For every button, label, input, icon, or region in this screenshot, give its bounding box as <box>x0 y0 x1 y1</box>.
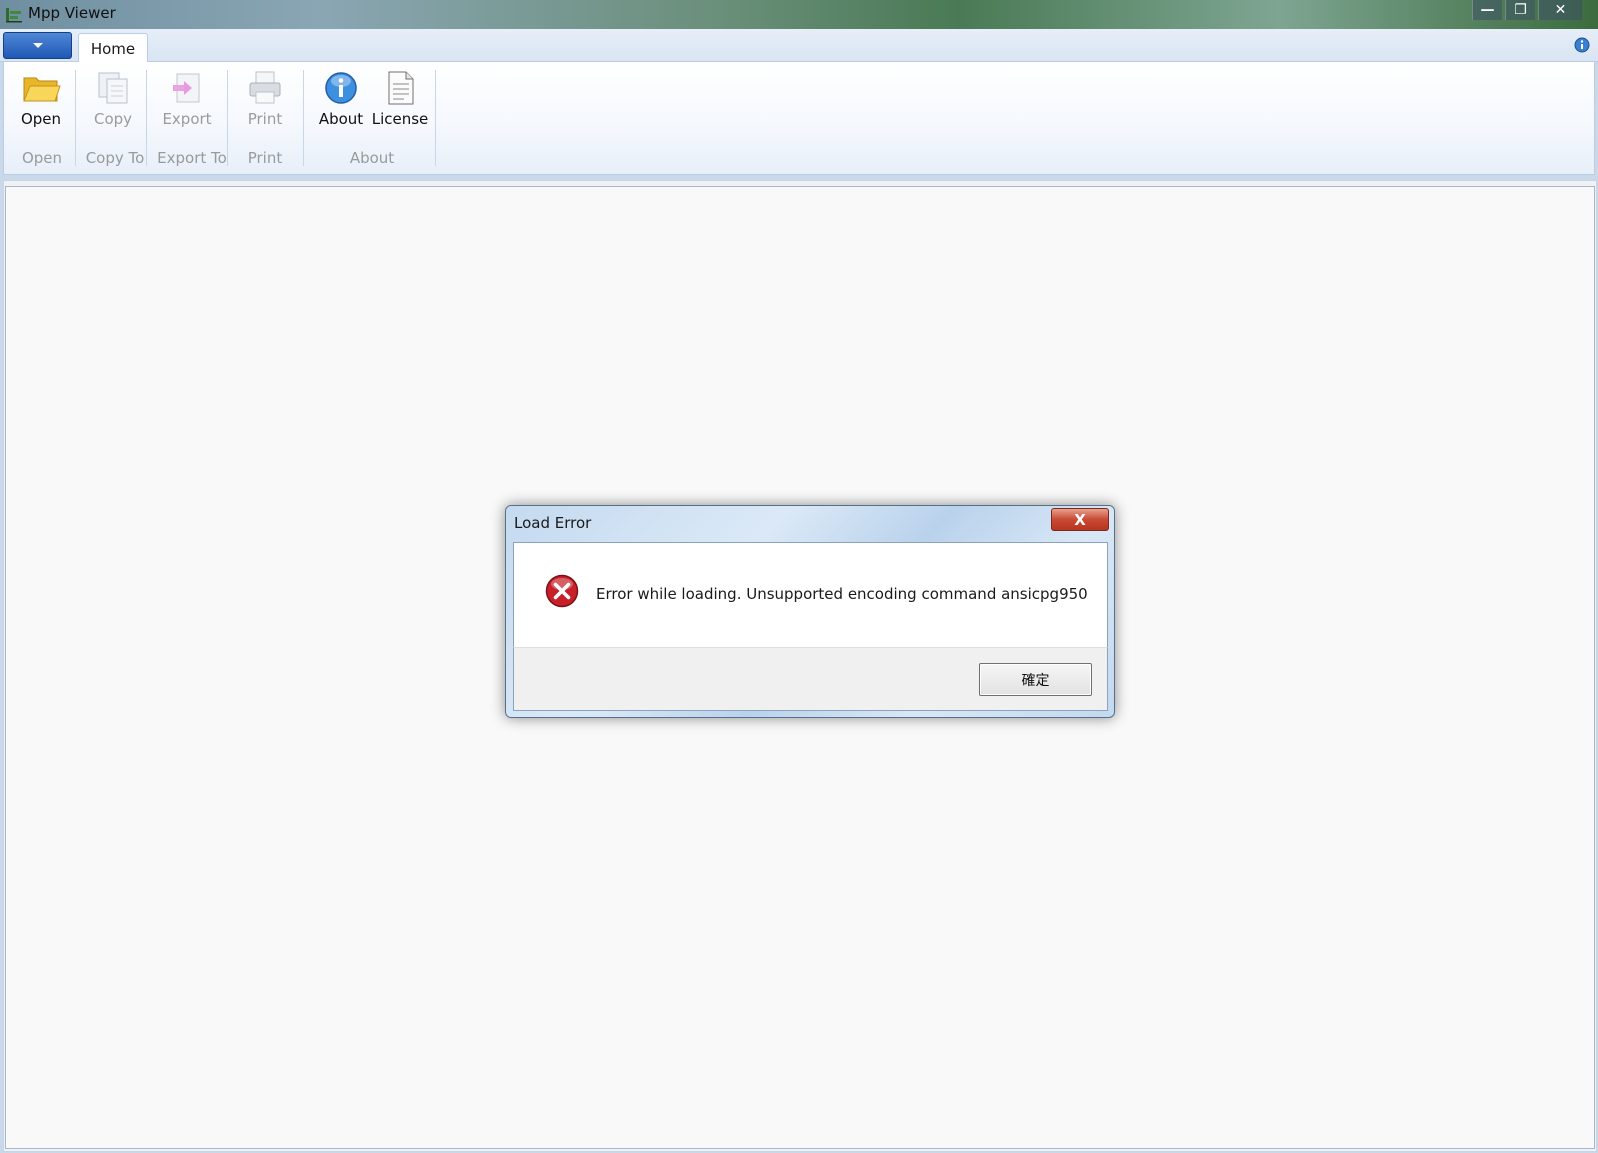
group-label-open: Open <box>21 149 63 167</box>
ok-button[interactable]: 確定 <box>979 663 1092 696</box>
info-icon <box>325 72 357 104</box>
export-button[interactable]: Export <box>159 70 215 130</box>
dialog-title: Load Error <box>514 514 592 532</box>
about-label: About <box>318 110 364 128</box>
tab-home[interactable]: Home <box>78 33 148 63</box>
title-bar: Mpp Viewer — ❐ ✕ <box>0 0 1598 29</box>
ribbon-panel: Open Copy Export Print About License Ope… <box>3 62 1595 175</box>
copy-icon <box>98 72 128 104</box>
document-icon <box>388 71 414 105</box>
error-icon <box>545 574 579 608</box>
group-label-copy-to: Copy To <box>85 149 145 167</box>
open-button[interactable]: Open <box>18 70 64 130</box>
license-label: License <box>371 110 429 128</box>
application-menu-button[interactable] <box>3 32 72 59</box>
load-error-dialog: Load Error X Error while loading. Unsupp… <box>505 505 1115 718</box>
print-label: Print <box>247 110 283 128</box>
caret-down-icon <box>32 43 43 48</box>
minimize-button[interactable]: — <box>1472 0 1502 20</box>
maximize-button[interactable]: ❐ <box>1505 0 1535 20</box>
export-icon <box>173 73 200 103</box>
folder-icon <box>23 77 61 102</box>
help-icon[interactable] <box>1574 37 1590 53</box>
copy-label: Copy <box>93 110 133 128</box>
printer-icon <box>249 71 281 104</box>
dialog-close-button[interactable]: X <box>1051 508 1109 531</box>
group-label-export-to: Export To <box>157 149 227 167</box>
group-label-about: About <box>349 149 395 167</box>
export-label: Export <box>162 110 212 128</box>
app-icon <box>6 8 22 23</box>
dialog-body: Error while loading. Unsupported encodin… <box>513 542 1108 647</box>
open-label: Open <box>20 110 62 128</box>
about-button[interactable]: About <box>317 70 365 130</box>
group-separator <box>303 70 304 166</box>
print-button[interactable]: Print <box>242 70 288 130</box>
window-title: Mpp Viewer <box>28 4 116 22</box>
group-label-print: Print <box>247 149 283 167</box>
group-separator <box>146 70 147 166</box>
group-separator <box>435 70 436 166</box>
error-message: Error while loading. Unsupported encodin… <box>596 585 1088 603</box>
close-window-button[interactable]: ✕ <box>1538 0 1582 20</box>
dialog-footer: 確定 <box>513 647 1108 711</box>
group-separator <box>75 70 76 166</box>
ribbon-tab-strip: Home <box>0 29 1598 63</box>
license-button[interactable]: License <box>372 70 428 130</box>
copy-button[interactable]: Copy <box>90 70 136 130</box>
